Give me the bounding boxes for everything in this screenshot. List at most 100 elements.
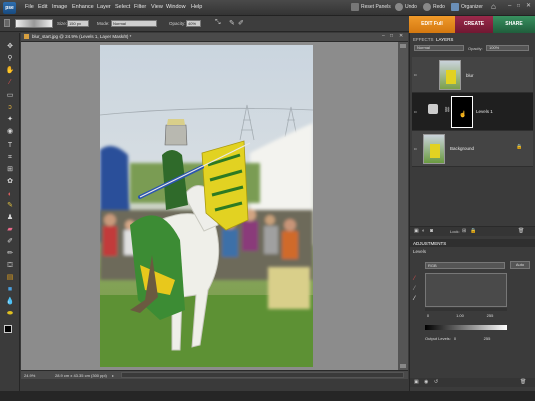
gradient-icon[interactable]: ▤	[5, 273, 15, 282]
clone-stamp-icon[interactable]: ♟	[5, 213, 15, 222]
menu-edit[interactable]: Edit	[38, 4, 47, 10]
link-icon[interactable]: ⛓	[444, 107, 450, 113]
maximize-icon[interactable]: □	[517, 3, 520, 9]
share-button[interactable]: SHARE	[493, 16, 535, 33]
zoom-readout[interactable]: 24.9%	[24, 373, 35, 378]
layer-name[interactable]: Background	[450, 146, 474, 151]
canvas-area[interactable]	[21, 42, 398, 370]
channel-select[interactable]: RGB	[425, 262, 505, 269]
redo-button[interactable]: Redo	[433, 4, 445, 10]
recompose-icon[interactable]: ⊞	[5, 165, 15, 174]
blur-icon[interactable]: 💧	[5, 297, 15, 306]
crop-icon[interactable]: ⌗	[5, 153, 15, 162]
menu-select[interactable]: Select	[115, 4, 130, 10]
input-black-value[interactable]: 0	[423, 313, 433, 318]
input-levels-slider[interactable]	[425, 308, 507, 311]
sponge-icon[interactable]: ⬬	[5, 309, 15, 318]
tool-preset-icon[interactable]	[4, 19, 10, 27]
hand-icon[interactable]: ✋	[5, 66, 15, 75]
document-photo[interactable]	[100, 45, 313, 367]
doc-close-icon[interactable]: ✕	[399, 33, 403, 39]
mode-select[interactable]: Normal	[111, 20, 157, 27]
menu-file[interactable]: File	[25, 4, 34, 10]
layer-row-blur[interactable]: •• blur	[412, 57, 533, 93]
edit-full-button[interactable]: EDIT Full	[409, 16, 455, 33]
scroll-up-arrow[interactable]	[400, 44, 406, 48]
eraser-icon[interactable]: ▰	[5, 225, 15, 234]
menu-filter[interactable]: Filter	[134, 4, 146, 10]
create-button[interactable]: CREATE	[455, 16, 493, 33]
layer-name[interactable]: Levels 1	[476, 109, 493, 114]
eyedropper-icon[interactable]: ⁄	[5, 78, 15, 87]
smart-brush-icon[interactable]: ✎	[5, 201, 15, 210]
brush-settings-icon[interactable]: ✎	[229, 19, 235, 27]
paint-bucket-icon[interactable]: ⛋	[5, 261, 15, 270]
new-layer-icon[interactable]: ▣	[414, 228, 419, 234]
reset-panels-button[interactable]: Reset Panels	[361, 4, 391, 10]
white-point-eyedropper-icon[interactable]: ⁄	[414, 296, 415, 302]
move-icon[interactable]: ✥	[5, 42, 15, 51]
reset-icon[interactable]: ↺	[434, 379, 438, 385]
menu-image[interactable]: Image	[52, 4, 67, 10]
delete-layer-icon[interactable]: 🗑	[518, 228, 524, 234]
visibility-eye-icon[interactable]: ••	[414, 109, 419, 114]
tablet-settings-icon[interactable]: ✐	[238, 19, 244, 27]
tab-layers[interactable]: LAYERS	[436, 37, 453, 42]
visibility-toggle-icon[interactable]: ◉	[424, 379, 428, 385]
clip-to-layer-icon[interactable]: ▣	[414, 379, 419, 385]
menu-window[interactable]: Window	[166, 4, 186, 10]
tab-effects[interactable]: EFFECTS	[413, 37, 434, 42]
output-black-value[interactable]: 0	[450, 336, 460, 341]
visibility-eye-icon[interactable]: ••	[414, 146, 419, 151]
brush-preview[interactable]	[15, 19, 53, 28]
marquee-icon[interactable]: ▭	[5, 91, 15, 100]
scroll-down-arrow[interactable]	[400, 364, 406, 368]
menu-layer[interactable]: Layer	[97, 4, 111, 10]
adjustments-title[interactable]: ADJUSTMENTS	[413, 241, 446, 246]
pencil-icon[interactable]: ✏	[5, 249, 15, 258]
vertical-scrollbar[interactable]	[398, 42, 408, 370]
close-icon[interactable]: ✕	[526, 2, 531, 9]
lock-pixels-icon[interactable]: ⊞	[462, 228, 466, 234]
blend-mode-select[interactable]: Normal	[414, 45, 464, 51]
delete-adjustment-icon[interactable]: 🗑	[520, 379, 526, 385]
visibility-eye-icon[interactable]: ••	[414, 72, 419, 77]
layer-opacity-field[interactable]: 100%	[486, 45, 529, 51]
foreground-color-swatch[interactable]	[4, 325, 12, 333]
layer-row-levels[interactable]: •• ⛓ ☝ Levels 1	[412, 93, 533, 131]
lasso-icon[interactable]: ↄ	[5, 103, 15, 112]
layer-mask-thumbnail[interactable]: ☝	[451, 96, 473, 128]
opacity-field[interactable]: 40%	[186, 20, 201, 27]
doc-maximize-icon[interactable]: □	[390, 33, 393, 39]
auto-button[interactable]: Auto	[510, 261, 530, 269]
input-white-value[interactable]: 255	[483, 313, 497, 318]
output-levels-gradient[interactable]	[425, 325, 507, 330]
menu-view[interactable]: View	[151, 4, 163, 10]
minimize-icon[interactable]: –	[508, 3, 511, 9]
organizer-button[interactable]: Organizer	[461, 4, 483, 10]
lock-all-icon[interactable]: 🔒	[470, 228, 476, 234]
doc-minimize-icon[interactable]: –	[382, 33, 385, 39]
spot-healing-icon[interactable]: ◐	[5, 190, 15, 199]
home-icon[interactable]: ⌂	[491, 2, 500, 11]
text-icon[interactable]: T	[5, 141, 15, 150]
document-tab-title[interactable]: blur_start.jpg @ 24.9% (Levels 1, Layer …	[32, 34, 131, 39]
black-point-eyedropper-icon[interactable]: ⁄	[414, 276, 415, 282]
adjustment-layer-icon[interactable]: ◐	[422, 228, 425, 234]
zoom-icon[interactable]: ⚲	[5, 54, 15, 63]
horizontal-scrollbar[interactable]	[121, 372, 404, 378]
airbrush-icon[interactable]: ⤡	[215, 19, 221, 27]
brush-icon[interactable]: ✐	[5, 237, 15, 246]
menu-enhance[interactable]: Enhance	[72, 4, 94, 10]
shape-icon[interactable]: ■	[5, 285, 15, 294]
layer-name[interactable]: blur	[466, 73, 474, 78]
undo-button[interactable]: Undo	[405, 4, 417, 10]
output-white-value[interactable]: 255	[480, 336, 494, 341]
input-gamma-value[interactable]: 1.00	[453, 313, 467, 318]
menu-help[interactable]: Help	[191, 4, 202, 10]
add-mask-icon[interactable]: ◙	[430, 228, 433, 234]
quick-selection-icon[interactable]: ✦	[5, 115, 15, 124]
red-eye-icon[interactable]: ◉	[5, 127, 15, 136]
gray-point-eyedropper-icon[interactable]: ⁄	[414, 286, 415, 292]
status-arrow-icon[interactable]: ▸	[112, 373, 114, 378]
